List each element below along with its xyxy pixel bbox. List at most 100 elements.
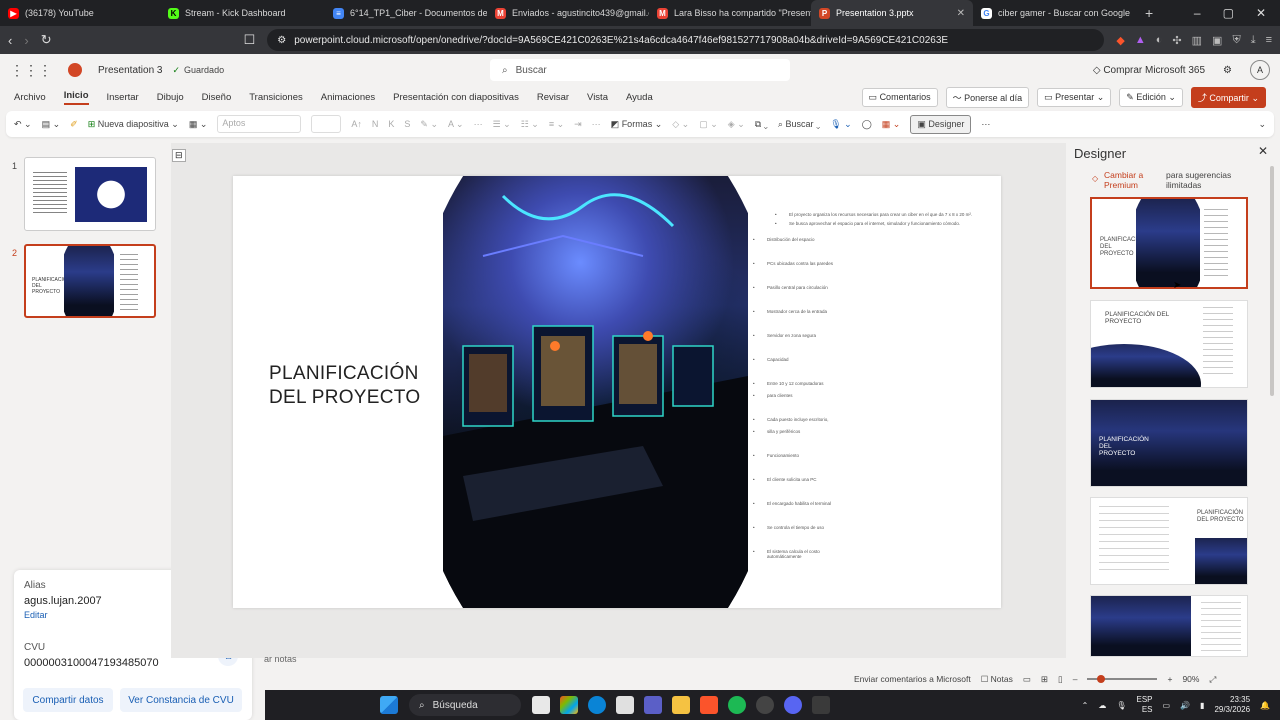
comments-button[interactable]: ▭ Comentarios xyxy=(861,87,938,107)
slide-title[interactable]: PLANIFICACIÓN DEL PROYECTO xyxy=(269,362,469,410)
back-icon[interactable]: ‹ xyxy=(8,33,12,48)
bullets-icon[interactable]: ☰ ⌄ xyxy=(493,119,511,130)
new-slide-button[interactable]: ⊞ Nueva diapositiva ⌄ xyxy=(88,119,179,130)
slide-thumbnail-2[interactable]: PLANIFICACIÓN DEL PROYECTO xyxy=(24,244,156,318)
document-title[interactable]: Presentation 3 xyxy=(98,65,163,76)
close-icon[interactable]: ✕ xyxy=(1258,144,1268,158)
outline-icon[interactable]: ▢ ⌄ xyxy=(699,119,718,130)
collapse-thumbnails-icon[interactable]: ⊟ xyxy=(172,149,186,162)
store-icon[interactable] xyxy=(616,696,634,714)
clipboard-icon[interactable]: ▤ ⌄ xyxy=(42,119,61,130)
url-field[interactable]: ⚙ powerpoint.cloud.microsoft/open/onedri… xyxy=(267,29,1105,51)
design-option-4[interactable]: PLANIFICACIÓN DEL PROYECTO xyxy=(1090,497,1248,585)
task-view-icon[interactable] xyxy=(532,696,550,714)
design-option-5[interactable] xyxy=(1090,595,1248,657)
select-icon[interactable]: ⧉ ⌄ xyxy=(755,119,768,130)
grow-font-icon[interactable]: A↑ xyxy=(351,119,362,129)
menu-icon[interactable]: ≡ xyxy=(1266,34,1272,47)
microphone-icon[interactable]: 🎙 xyxy=(1116,701,1126,710)
network-icon[interactable]: ▭ xyxy=(1163,701,1171,710)
clock[interactable]: 23:35 29/3/2026 xyxy=(1214,695,1250,715)
copilot-icon[interactable] xyxy=(560,696,578,714)
sidebar-icon[interactable]: ▥ xyxy=(1192,34,1202,47)
tab-revisar[interactable]: Revisar xyxy=(537,92,569,103)
app-icon[interactable] xyxy=(812,696,830,714)
minimize-icon[interactable]: – xyxy=(1194,6,1201,20)
battery-icon[interactable]: ▮ xyxy=(1200,701,1204,710)
italic-icon[interactable]: K xyxy=(388,119,394,129)
avatar[interactable]: A xyxy=(1250,60,1270,80)
undo-icon[interactable]: ↶ ⌄ xyxy=(14,119,32,130)
tab-kick[interactable]: K Stream - Kick Dashboard xyxy=(160,0,325,26)
reading-view-icon[interactable]: ▯ xyxy=(1058,674,1063,685)
tab-animaciones[interactable]: Animaciones xyxy=(321,92,375,103)
settings-gear-icon[interactable]: ⚙ xyxy=(1223,65,1232,76)
shapes-button[interactable]: ◩ Formas ⌄ xyxy=(611,119,663,130)
more-icon[interactable]: ⋯ xyxy=(474,119,483,130)
format-painter-icon[interactable]: ✐ xyxy=(70,119,78,130)
designer-button[interactable]: ▣ Designer xyxy=(910,114,972,134)
addins-icon[interactable]: ▦ ⌄ xyxy=(882,119,901,130)
reload-icon[interactable]: ↻ xyxy=(41,32,52,48)
more-paragraph-icon[interactable]: ⋯ xyxy=(592,119,601,130)
slide-thumbnail-1[interactable] xyxy=(24,157,156,231)
zoom-in-icon[interactable]: + xyxy=(1167,674,1172,684)
fit-slide-icon[interactable]: ⤢ xyxy=(1209,674,1216,685)
save-status[interactable]: ✓ Guardado xyxy=(173,65,225,76)
align-icon[interactable]: ≡ ⌄ xyxy=(549,119,564,130)
tab-ayuda[interactable]: Ayuda xyxy=(626,92,653,103)
notes-placeholder[interactable]: ar notas xyxy=(264,654,1064,668)
zoom-slider[interactable] xyxy=(1087,675,1158,683)
copilot-icon[interactable]: ◯ xyxy=(862,119,872,130)
zoom-level[interactable]: 90% xyxy=(1182,674,1199,684)
language-indicator[interactable]: ESP ES xyxy=(1136,695,1152,715)
bold-icon[interactable]: N xyxy=(372,119,379,129)
tab-archivo[interactable]: Archivo xyxy=(14,92,46,103)
normal-view-icon[interactable]: ▭ xyxy=(1023,674,1031,685)
tab-presentation[interactable]: P Presentation 3.pptx ✕ xyxy=(811,0,973,26)
tab-google-search[interactable]: G ciber gamer - Buscar con Google xyxy=(973,0,1135,26)
zoom-out-icon[interactable]: – xyxy=(1073,674,1078,684)
tab-inicio[interactable]: Inicio xyxy=(63,90,89,105)
new-tab-button[interactable]: + xyxy=(1135,5,1163,21)
fill-icon[interactable]: ◇ ⌄ xyxy=(672,119,689,130)
upgrade-premium-link[interactable]: Cambiar a Premium xyxy=(1104,170,1143,190)
font-color-icon[interactable]: A ⌄ xyxy=(448,119,464,130)
tab-diseno[interactable]: Diseño xyxy=(202,92,232,103)
volume-icon[interactable]: 🔊 xyxy=(1180,701,1190,710)
wallet-icon[interactable]: ▣ xyxy=(1212,34,1222,47)
designer-scrollbar[interactable] xyxy=(1270,166,1274,396)
vpn-icon[interactable]: ⛨ xyxy=(1232,34,1240,47)
design-option-2[interactable]: PLANIFICACIÓN DEL PROYECTO xyxy=(1090,300,1248,388)
windows-start-icon[interactable] xyxy=(380,696,398,714)
teams-icon[interactable] xyxy=(644,696,662,714)
underline-icon[interactable]: S xyxy=(404,119,410,129)
indent-icon[interactable]: ⇥ xyxy=(574,119,582,130)
tab-transiciones[interactable]: Transiciones xyxy=(249,92,303,103)
layout-icon[interactable]: ▦ ⌄ xyxy=(189,119,208,130)
tab-gmail-shared[interactable]: M Lara Bisso ha compartido "Presentati xyxy=(649,0,811,26)
arrange-icon[interactable]: ◈ ⌄ xyxy=(728,119,745,130)
tab-google-docs[interactable]: ≡ 6°14_TP1_Ciber - Documentos de G xyxy=(325,0,487,26)
tab-vista[interactable]: Vista xyxy=(587,92,608,103)
feedback-link[interactable]: Enviar comentarios a Microsoft xyxy=(854,674,971,684)
office-search-input[interactable]: ⌕ Buscar xyxy=(490,59,790,81)
sorter-view-icon[interactable]: ⊞ xyxy=(1041,674,1048,685)
tab-gmail-sent[interactable]: M Enviados - agustincito439@gmail.co xyxy=(487,0,649,26)
taskbar-search[interactable]: ⌕ Búsqueda xyxy=(409,694,521,716)
numbering-icon[interactable]: ☷ ⌄ xyxy=(521,119,539,130)
catch-up-button[interactable]: 〜 Ponerse al día xyxy=(945,86,1030,108)
spotify-icon[interactable] xyxy=(728,696,746,714)
more-options-icon[interactable]: ⋯ xyxy=(981,119,990,130)
gaming-room-photo[interactable] xyxy=(443,176,748,608)
share-button[interactable]: ⤴ Compartir ⌄ xyxy=(1190,86,1266,108)
edit-mode-button[interactable]: ✎ Edición ⌄ xyxy=(1119,87,1183,107)
steam-icon[interactable] xyxy=(756,696,774,714)
edge-icon[interactable] xyxy=(588,696,606,714)
close-tab-icon[interactable]: ✕ xyxy=(957,8,965,19)
design-option-1[interactable]: PLANIFICACIÓN DEL PROYECTO xyxy=(1090,197,1248,289)
bookmark-icon[interactable]: ☐ xyxy=(244,32,256,48)
notes-button[interactable]: ☐ Notas xyxy=(981,674,1013,685)
puzzle-icon[interactable]: ✣ xyxy=(1172,34,1181,47)
design-option-3[interactable]: PLANIFICACIÓN DEL PROYECTO xyxy=(1090,399,1248,487)
